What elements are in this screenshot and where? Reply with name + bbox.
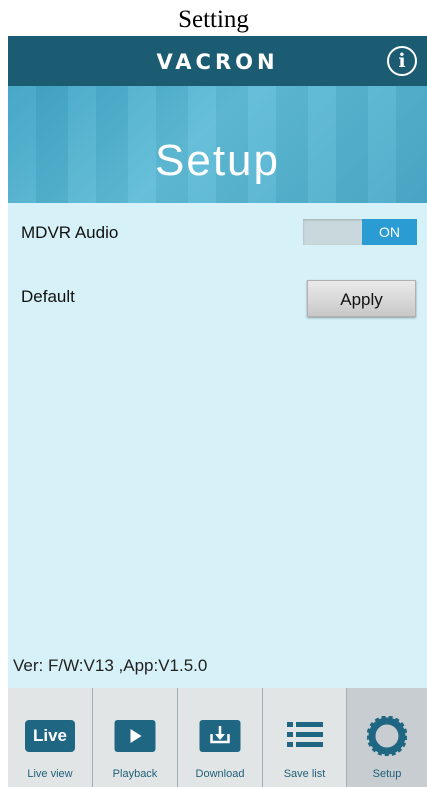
tab-playback[interactable]: Playback [93,688,178,787]
brand-logo: VACRON [156,50,279,74]
default-label: Default [21,287,75,306]
play-icon [114,720,156,752]
tab-label: Download [195,768,245,780]
tab-label: Setup [372,768,402,780]
version-text: Ver: F/W:V13 ,App:V1.5.0 [13,656,208,675]
tab-download[interactable]: Download [178,688,263,787]
info-icon[interactable]: i [387,46,417,76]
bottom-tab-bar: Live Live view Playback Download Save li… [8,688,427,787]
setup-banner: Setup [8,86,427,203]
gear-icon [366,715,408,761]
mdvr-audio-label: MDVR Audio [21,223,119,242]
tab-save-list[interactable]: Save list [263,688,347,787]
list-icon [285,718,325,757]
page-caption: Setting [178,6,249,33]
live-icon: Live [25,720,75,752]
tab-label: Playback [112,768,158,780]
app-screen: VACRON i Setup MDVR Audio ON Default App… [8,36,427,787]
tab-live-view[interactable]: Live Live view [8,688,93,787]
toggle-on-state: ON [362,219,417,245]
tab-label: Save list [283,768,326,780]
download-icon [199,720,241,752]
settings-panel: MDVR Audio ON Default Apply Ver: F/W:V13… [8,203,427,688]
tab-setup[interactable]: Setup [347,688,427,787]
apply-button[interactable]: Apply [307,280,416,317]
tab-label: Live view [27,768,73,780]
banner-title: Setup [155,136,280,185]
top-bar: VACRON i [8,36,427,86]
mdvr-audio-toggle[interactable]: ON [303,219,417,245]
